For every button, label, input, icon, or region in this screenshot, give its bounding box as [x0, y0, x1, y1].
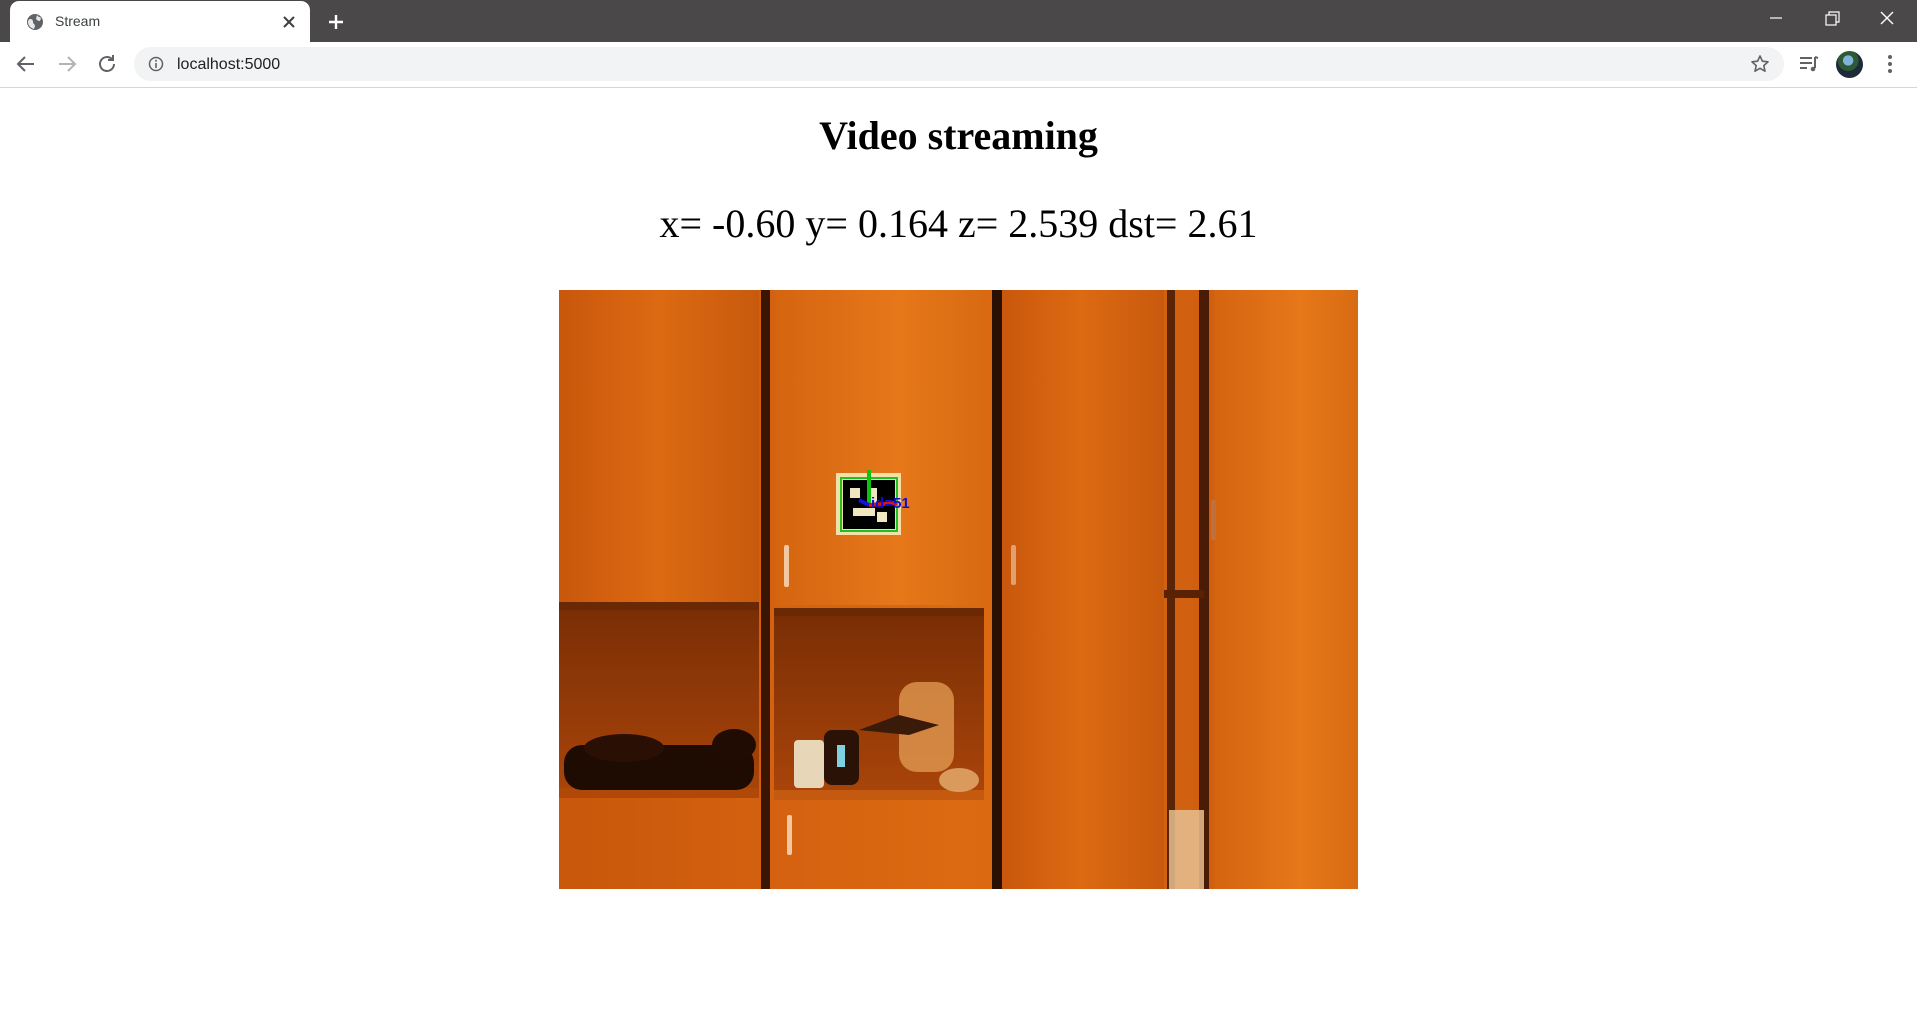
address-bar[interactable]: localhost:5000: [134, 47, 1784, 81]
y-value: 0.164: [857, 201, 948, 246]
cabinet-door-left: [559, 290, 759, 605]
back-icon[interactable]: [14, 52, 38, 76]
video-stream: id=51: [559, 290, 1358, 889]
dst-value: 2.61: [1187, 201, 1258, 246]
cabinet-side-panel: [1214, 290, 1358, 889]
cabinet-handle: [1211, 500, 1216, 540]
more-vert-icon[interactable]: [1878, 52, 1902, 76]
restore-icon[interactable]: [1808, 8, 1854, 32]
cabinet-handle: [1011, 545, 1016, 585]
z-label: z=: [957, 201, 999, 246]
plus-icon[interactable]: [326, 12, 346, 32]
shelf-object: [939, 768, 979, 792]
shelf-object: [837, 745, 845, 767]
tab-title: Stream: [55, 13, 101, 29]
coordinates-readout: x= -0.60 y= 0.164 z= 2.539 dst= 2.61: [0, 200, 1917, 247]
y-label: y=: [805, 201, 848, 246]
star-icon[interactable]: [1750, 54, 1770, 74]
shelf-object: [584, 734, 664, 762]
shelf-object: [1169, 810, 1204, 889]
avatar[interactable]: [1836, 51, 1863, 78]
shelf-object: [794, 740, 824, 788]
tab-stream[interactable]: Stream: [10, 1, 310, 42]
browser-toolbar: localhost:5000: [0, 42, 1917, 88]
x-label: x=: [659, 201, 703, 246]
cabinet-door-right: [999, 290, 1164, 889]
dst-label: dst=: [1108, 201, 1178, 246]
shelf-edge: [559, 602, 759, 610]
seam: [992, 290, 1002, 889]
info-icon[interactable]: [148, 56, 164, 72]
shelf-edge: [774, 608, 984, 616]
z-value: 2.539: [1008, 201, 1099, 246]
seam: [761, 290, 770, 889]
cabinet-handle: [784, 545, 789, 587]
media-control-icon[interactable]: [1797, 52, 1821, 76]
forward-icon[interactable]: [55, 52, 79, 76]
seam: [1167, 290, 1175, 889]
minimize-icon[interactable]: [1752, 8, 1798, 32]
close-icon[interactable]: [282, 15, 296, 29]
seam: [1199, 290, 1209, 889]
reload-icon[interactable]: [95, 52, 119, 76]
shelf-edge: [1164, 590, 1204, 598]
marker-id-label: id=51: [871, 495, 910, 512]
close-window-icon[interactable]: [1864, 8, 1910, 32]
shelf-board: [774, 790, 984, 800]
url-text[interactable]: localhost:5000: [177, 56, 280, 74]
cabinet-handle: [787, 815, 792, 855]
globe-icon: [27, 14, 43, 30]
cabinet-door-center: [774, 290, 984, 605]
page-title: Video streaming: [819, 113, 1098, 158]
shelf-object: [712, 729, 756, 761]
x-value: -0.60: [712, 201, 796, 246]
video-frame: id=51: [559, 290, 1358, 889]
browser-titlebar: Stream: [0, 0, 1917, 42]
